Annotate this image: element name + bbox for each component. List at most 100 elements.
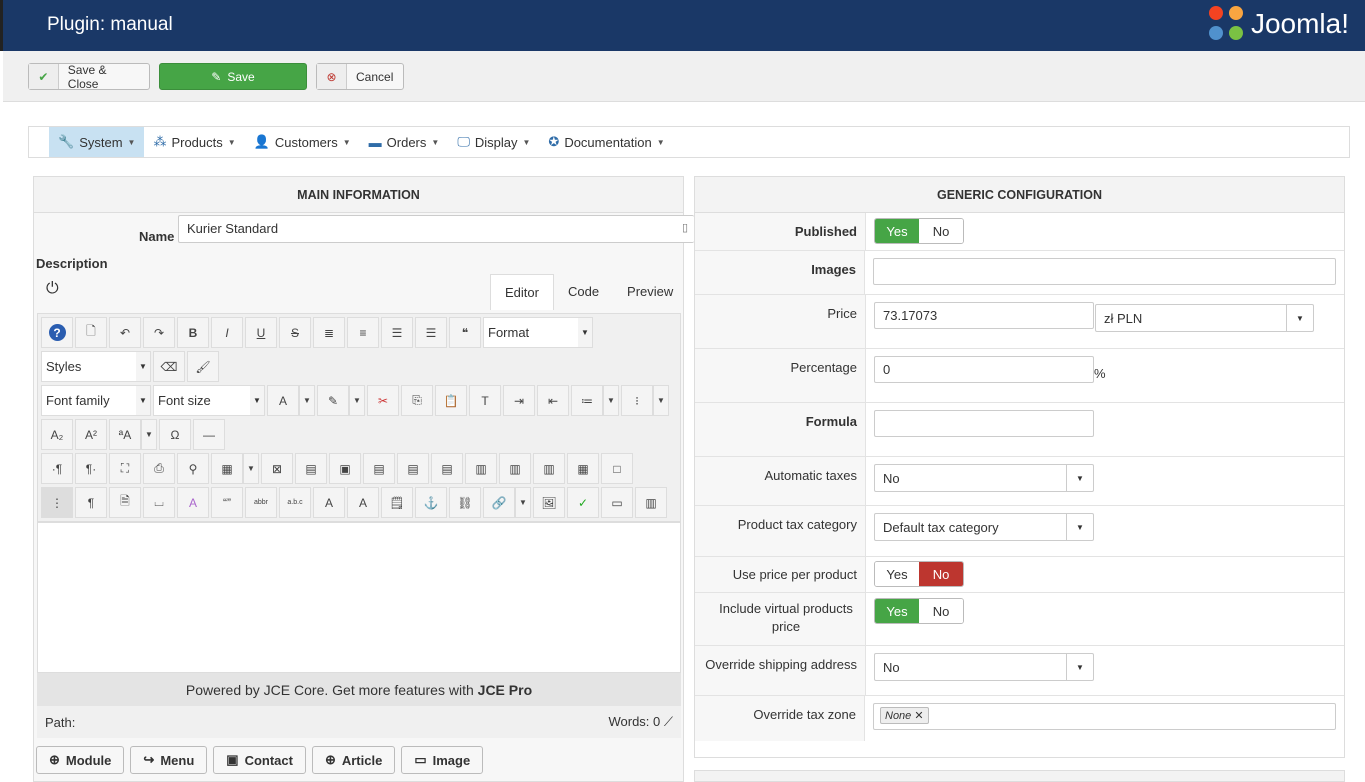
include-virtual-toggle[interactable]: Yes No (874, 598, 964, 624)
automatic-taxes-select[interactable]: No ▼ (874, 464, 1094, 492)
text-color-icon[interactable]: A (267, 385, 299, 416)
menu-products[interactable]: ⁂ Products ▼ (144, 127, 244, 157)
price-per-product-toggle[interactable]: Yes No (874, 561, 964, 587)
menu-documentation[interactable]: ✪ Documentation ▼ (539, 127, 673, 157)
paste-icon[interactable]: 📋 (435, 385, 467, 416)
percentage-input[interactable]: 0 (874, 356, 1094, 383)
search-replace-icon[interactable]: ⚲ (177, 453, 209, 484)
eraser-icon[interactable]: ⌫ (153, 351, 185, 382)
align-left-icon[interactable]: ☰ (381, 317, 413, 348)
price-per-product-yes[interactable]: Yes (875, 562, 919, 586)
superscript-icon[interactable]: A² (75, 419, 107, 450)
insert-col-before-icon[interactable]: ▥ (465, 453, 497, 484)
currency-select[interactable]: zł PLN ▼ (1095, 304, 1314, 332)
formula-input[interactable] (874, 410, 1094, 437)
dropdown-arrow-icon[interactable]: ▼ (515, 487, 531, 518)
highlight-icon[interactable]: ✎ (317, 385, 349, 416)
price-per-product-no[interactable]: No (919, 562, 963, 586)
delete-table-icon[interactable]: ⊠ (261, 453, 293, 484)
cut-icon[interactable]: ✂ (367, 385, 399, 416)
copy-icon[interactable]: ⎘ (401, 385, 433, 416)
insert-row-before-icon[interactable]: ▤ (363, 453, 395, 484)
menu-orders[interactable]: ▬ Orders ▼ (360, 127, 449, 157)
pagebreak-icon[interactable]: ⌴ (143, 487, 175, 518)
price-input[interactable]: 73.17073 (874, 302, 1094, 329)
image-button[interactable]: ▭ Image (401, 746, 484, 774)
italic-icon[interactable]: I (211, 317, 243, 348)
menu-display[interactable]: 🖵 Display ▼ (448, 127, 539, 157)
horizontal-rule-icon[interactable]: — (193, 419, 225, 450)
cancel-button[interactable]: ⊗ Cancel (316, 63, 404, 90)
images-input[interactable] (873, 258, 1336, 285)
numbered-list-icon[interactable]: ≔ (571, 385, 603, 416)
delete-row-icon[interactable]: ▤ (431, 453, 463, 484)
rtl-icon[interactable]: ¶· (75, 453, 107, 484)
template-icon[interactable]: ▭ (601, 487, 633, 518)
include-virtual-no[interactable]: No (919, 599, 963, 623)
insert-text-icon[interactable]: A (347, 487, 379, 518)
subscript-icon[interactable]: A₂ (41, 419, 73, 450)
style-icon[interactable]: A (177, 487, 209, 518)
bullet-list-icon[interactable]: ⁝ (621, 385, 653, 416)
attributes-icon[interactable]: 🗒 (381, 487, 413, 518)
dropdown-arrow-icon[interactable]: ▼ (243, 453, 259, 484)
acronym-icon[interactable]: a.b.c (279, 487, 311, 518)
font-family-select[interactable]: Font family ▼ (41, 385, 151, 416)
preview-icon[interactable]: 🗎 (109, 487, 141, 518)
merge-cells-icon[interactable]: □ (601, 453, 633, 484)
outdent-icon[interactable]: ⇤ (537, 385, 569, 416)
save-button[interactable]: ✎ Save (159, 63, 307, 90)
table-icon[interactable]: ▦ (211, 453, 243, 484)
abbr-icon[interactable]: abbr (245, 487, 277, 518)
override-shipping-select[interactable]: No ▼ (874, 653, 1094, 681)
remove-tag-icon[interactable]: ✕ (914, 710, 923, 722)
format-select[interactable]: Format ▼ (483, 317, 593, 348)
module-button[interactable]: ⊕ Module (36, 746, 125, 774)
new-document-icon[interactable]: 🗋 (75, 317, 107, 348)
save-close-button[interactable]: ✔ Save & Close (28, 63, 150, 91)
indent-icon[interactable]: ⇥ (503, 385, 535, 416)
dropdown-arrow-icon[interactable]: ▼ (603, 385, 619, 416)
blockquote-icon[interactable]: ❝ (449, 317, 481, 348)
link-icon[interactable]: 🔗 (483, 487, 515, 518)
menu-customers[interactable]: 👤 Customers ▼ (245, 127, 360, 157)
anchor-icon[interactable]: ⚓ (415, 487, 447, 518)
visual-aid-icon[interactable]: ⋮ (41, 487, 73, 518)
article-icon[interactable]: ▥ (635, 487, 667, 518)
tab-code[interactable]: Code (554, 274, 613, 310)
menu-system[interactable]: 🔧 System ▼ (49, 127, 145, 157)
insert-col-after-icon[interactable]: ▥ (499, 453, 531, 484)
dropdown-arrow-icon[interactable]: ▼ (141, 419, 157, 450)
spellcheck-icon[interactable]: ✓ (567, 487, 599, 518)
bold-icon[interactable]: B (177, 317, 209, 348)
row-props-icon[interactable]: ▤ (295, 453, 327, 484)
published-toggle[interactable]: Yes No (874, 218, 964, 244)
cell-props-icon[interactable]: ▣ (329, 453, 361, 484)
article-button[interactable]: ⊕ Article (311, 746, 396, 774)
fullscreen-icon[interactable]: ⛶ (109, 453, 141, 484)
underline-icon[interactable]: U (245, 317, 277, 348)
justify-icon[interactable]: ≣ (313, 317, 345, 348)
paragraph-icon[interactable]: ¶ (75, 487, 107, 518)
help-icon[interactable]: ? (41, 317, 73, 348)
jce-pro-link[interactable]: JCE Pro (478, 682, 532, 698)
paste-text-icon[interactable]: T (469, 385, 501, 416)
font-size-select[interactable]: Font size ▼ (153, 385, 265, 416)
print-icon[interactable]: ⎙ (143, 453, 175, 484)
delete-col-icon[interactable]: ▥ (533, 453, 565, 484)
unlink-icon[interactable]: ⛓ (449, 487, 481, 518)
tax-zone-multiselect[interactable]: None ✕ (873, 703, 1336, 730)
tax-category-select[interactable]: Default tax category ▼ (874, 513, 1094, 541)
align-right-icon[interactable]: ☰ (415, 317, 447, 348)
name-input[interactable]: Kurier Standard ▯ (178, 215, 694, 243)
dropdown-arrow-icon[interactable]: ▼ (299, 385, 315, 416)
delete-text-icon[interactable]: A (313, 487, 345, 518)
styles-select[interactable]: Styles ▼ (41, 351, 151, 382)
charmap-case-icon[interactable]: ªA (109, 419, 141, 450)
ltr-icon[interactable]: ·¶ (41, 453, 73, 484)
dropdown-arrow-icon[interactable]: ▼ (653, 385, 669, 416)
redo-icon[interactable]: ↷ (143, 317, 175, 348)
published-yes[interactable]: Yes (875, 219, 919, 243)
tab-editor[interactable]: Editor (490, 274, 554, 310)
dropdown-arrow-icon[interactable]: ▼ (349, 385, 365, 416)
